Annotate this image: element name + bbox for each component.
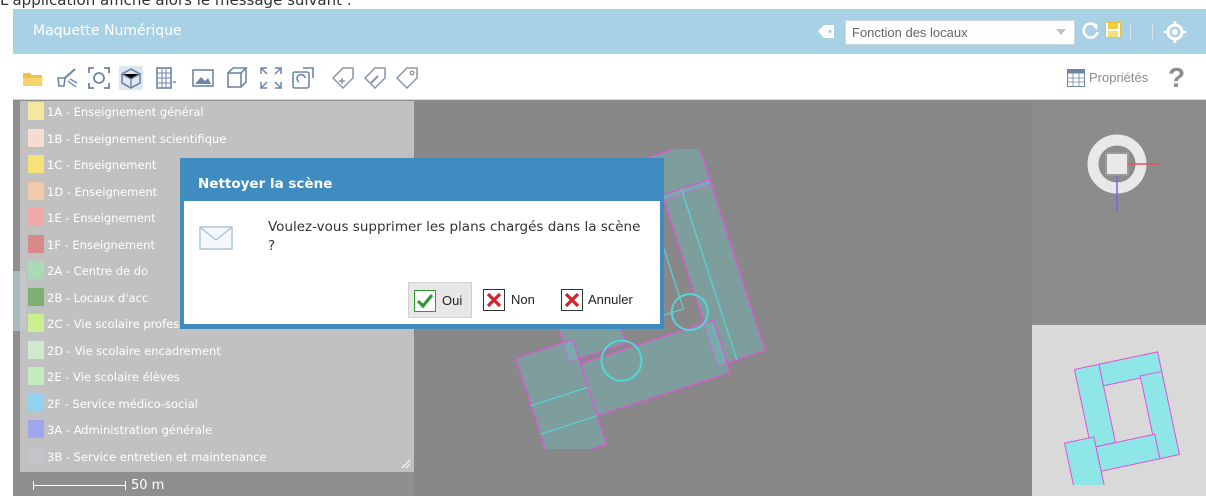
legend-label: 2E - Vie scolaire élèves [47,370,180,384]
chevron-down-icon [1056,29,1066,35]
yes-button-label: Oui [442,293,463,308]
legend-swatch [28,393,44,412]
separator [1130,23,1131,39]
legend-label: 1A - Enseignement général [47,105,204,119]
no-button-label: Non [511,292,535,307]
legend-label: 2D - Vie scolaire encadrement [47,343,221,358]
legend-swatch [28,261,44,279]
legend-label: 1D - Enseignement [47,184,158,199]
clean-brush-icon[interactable] [55,66,79,90]
clean-scene-dialog: Nettoyer la scène Voulez-vous supprimer … [180,158,664,329]
help-icon[interactable]: ? [1168,62,1185,94]
fullscreen-icon[interactable] [259,66,283,90]
tag-outline-icon[interactable] [395,66,419,90]
document-caption: L'application affiche alors le message s… [0,0,352,9]
legend-label: 1B - Enseignement scientifique [47,131,227,146]
legend-swatch [28,234,44,253]
refresh-icon[interactable] [1082,22,1100,40]
tag-icon [818,25,834,38]
checkmark-icon [414,290,436,312]
table-icon [1067,69,1085,87]
legend-swatch [28,102,44,120]
properties-label: Propriétés [1089,70,1149,85]
legend-swatch [28,340,44,359]
legend-item: 1A - Enseignement général [28,102,408,120]
legend-swatch [28,420,44,438]
cancel-button[interactable]: Annuler [556,282,652,318]
app-window: Maquette Numérique Fonction des locaux P… [13,9,1206,496]
legend-label: 2F - Service médico-social [47,396,198,411]
legend-label: 2A - Centre de do [47,264,149,278]
toolbar: Propriétés ? [13,54,1206,100]
cross-icon [483,289,505,311]
envelope-icon [199,226,233,250]
scale-bar: 50 m [33,477,233,495]
focus-target-icon[interactable] [87,66,111,90]
open-folder-icon[interactable] [21,66,45,90]
legend-item: 3B - Service entretien et maintenance [28,446,408,465]
legend-swatch [28,367,44,385]
legend-swatch [28,314,44,332]
gear-icon[interactable] [1164,21,1186,43]
minimap[interactable] [1050,345,1200,485]
no-button[interactable]: Non [478,282,548,318]
grid-building-icon[interactable] [153,66,177,90]
scale-label: 50 m [131,478,165,493]
dialog-message: Voulez-vous supprimer les plans chargés … [268,219,641,254]
legend-label: 3A - Administration générale [47,423,213,437]
3d-box-icon[interactable] [119,66,143,90]
title-bar: Maquette Numérique Fonction des locaux [13,9,1206,54]
app-title: Maquette Numérique [33,23,182,39]
legend-swatch [28,128,44,147]
legend-item: 1B - Enseignement scientifique [28,128,408,147]
compass-icon[interactable] [1082,126,1162,216]
dialog-title: Nettoyer la scène [198,176,333,192]
add-tag-icon[interactable] [331,66,355,90]
resize-grip-icon[interactable] [401,459,411,469]
dialog-body: Voulez-vous supprimer les plans chargés … [184,201,660,324]
minimap-panel [1032,325,1206,496]
legend-swatch [28,208,44,226]
legend-swatch [28,287,44,306]
legend-swatch [28,446,44,465]
legend-item: 2D - Vie scolaire encadrement [28,340,408,359]
cancel-button-label: Annuler [588,292,633,307]
function-select-value: Fonction des locaux [852,25,968,40]
legend-item: 2F - Service médico-social [28,393,408,412]
yes-button[interactable]: Oui [408,282,472,318]
edit-tag-icon[interactable] [363,66,387,90]
orientation-panel [1032,101,1206,323]
legend-label: 2B - Locaux d'acc [47,290,149,305]
cube-icon[interactable] [225,66,249,90]
separator [1152,23,1153,39]
legend-swatch [28,181,44,200]
legend-item: 3A - Administration générale [28,420,408,438]
legend-label: 1F - Enseignement [47,237,155,252]
function-select[interactable]: Fonction des locaux [845,20,1075,45]
legend-label: 1E - Enseignement [47,211,156,225]
legend-swatch [28,155,44,173]
legend-label: 1C - Enseignement [47,158,157,172]
rotate-view-icon[interactable] [291,66,315,90]
cross-icon [561,289,583,311]
legend-label: 3B - Service entretien et maintenance [47,449,267,464]
save-icon[interactable] [1105,22,1121,38]
legend-item: 2E - Vie scolaire élèves [28,367,408,385]
image-icon[interactable] [191,66,215,90]
